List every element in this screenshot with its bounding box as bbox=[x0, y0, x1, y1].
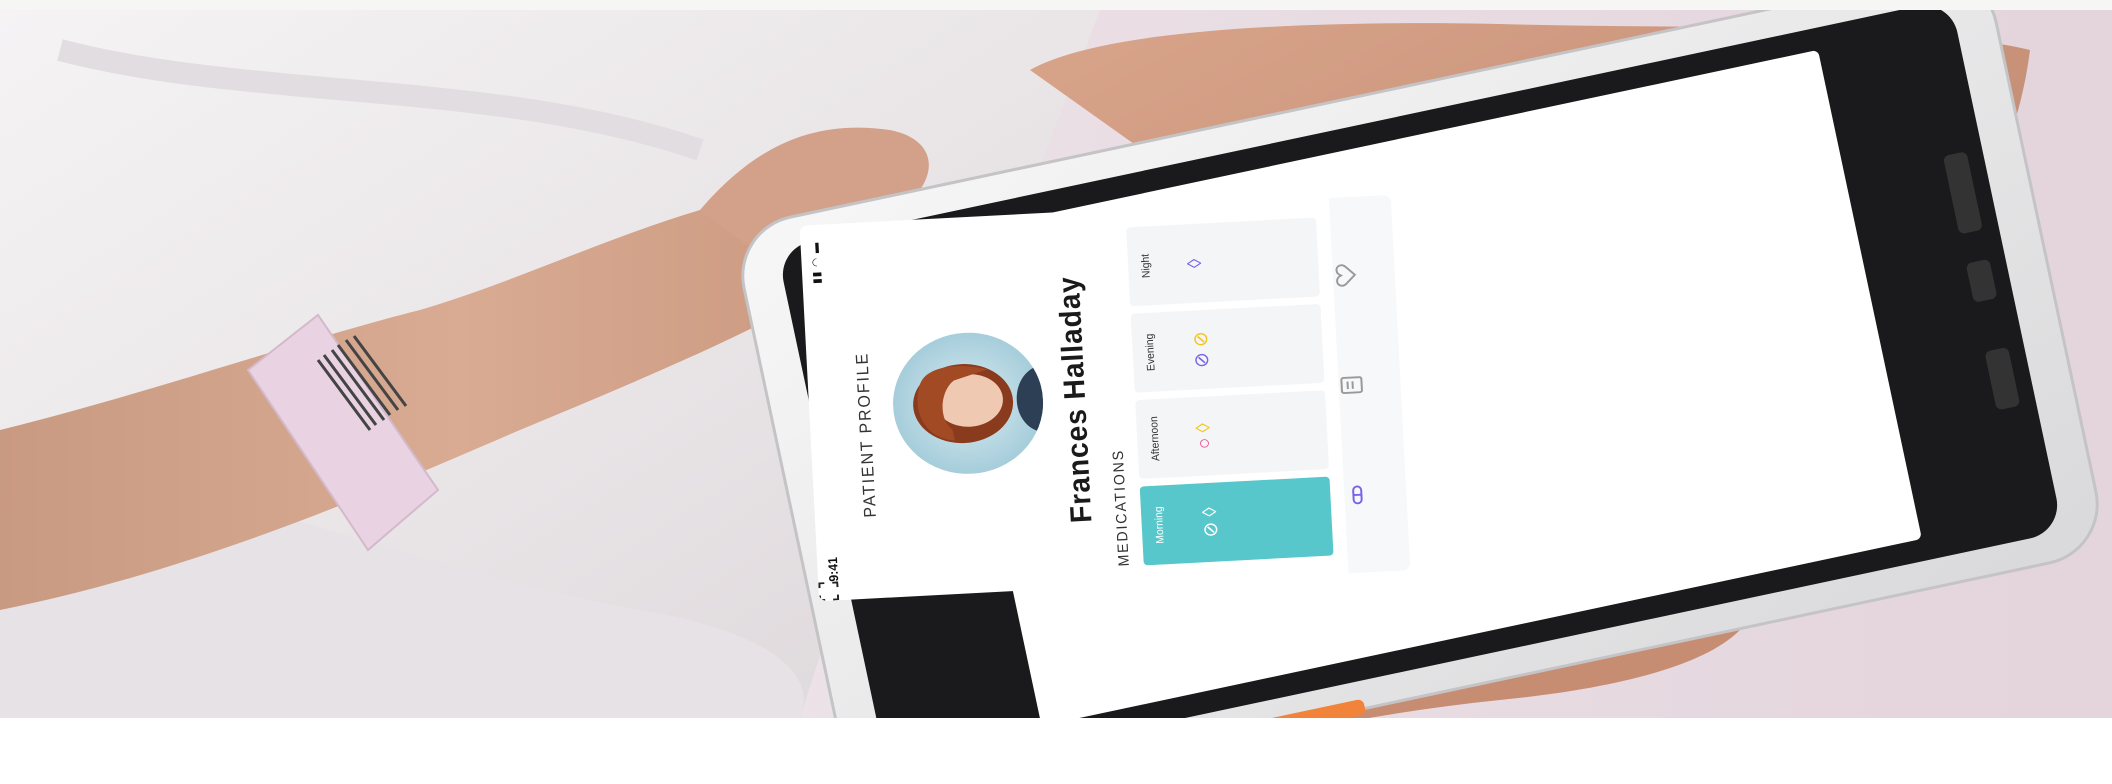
top-strip bbox=[0, 0, 2112, 10]
hospital-photo: 9:41 ▮▮ ◠ ▬ PATIENT PROFILE Frances Hall… bbox=[0, 10, 2112, 718]
document-icon[interactable] bbox=[1338, 372, 1365, 398]
pill-icon: ◊ bbox=[1183, 258, 1207, 269]
slot-label: Evening bbox=[1143, 333, 1158, 372]
slot-night[interactable]: Night ◊ bbox=[1126, 217, 1320, 307]
slot-label: Morning bbox=[1152, 506, 1167, 545]
slot-morning[interactable]: Morning ⊘ ◊ bbox=[1139, 476, 1334, 566]
signal-wifi-battery-icon: ▮▮ ◠ ▬ bbox=[809, 241, 824, 285]
medications-label: MEDICATIONS bbox=[1109, 448, 1133, 567]
heart-icon[interactable] bbox=[1332, 262, 1359, 288]
medication-schedule: Morning ⊘ ◊ Afternoon ○ ◊ Evening ⊘ ⊘ Ni… bbox=[1126, 217, 1334, 566]
slot-label: Afternoon bbox=[1148, 415, 1163, 462]
patient-avatar bbox=[889, 328, 1047, 478]
pill-icon: ⊘ ◊ bbox=[1198, 506, 1223, 539]
slot-afternoon[interactable]: Afternoon ○ ◊ bbox=[1135, 390, 1330, 480]
app-screen: 9:41 ▮▮ ◠ ▬ PATIENT PROFILE Frances Hall… bbox=[799, 194, 1411, 602]
page-title: PATIENT PROFILE bbox=[852, 351, 880, 519]
status-time: 9:41 bbox=[824, 556, 842, 583]
slot-evening[interactable]: Evening ⊘ ⊘ bbox=[1130, 303, 1325, 393]
patient-name: Frances Halladay bbox=[1052, 275, 1099, 524]
pill-icon[interactable] bbox=[1344, 482, 1371, 508]
pill-icon: ○ ◊ bbox=[1192, 422, 1216, 450]
scan-icon[interactable] bbox=[818, 581, 840, 602]
slot-label: Night bbox=[1139, 253, 1153, 279]
pill-icon: ⊘ ⊘ bbox=[1189, 330, 1214, 369]
